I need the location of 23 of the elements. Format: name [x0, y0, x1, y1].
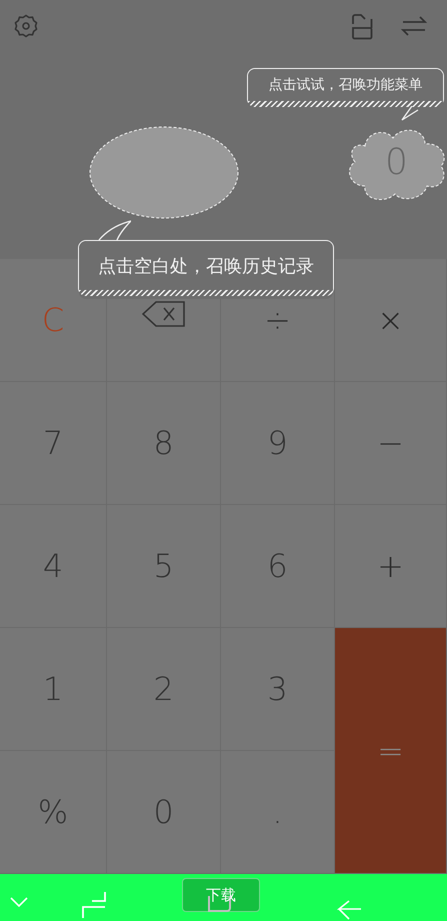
digit-key[interactable]: 9: [221, 382, 335, 505]
digit-key[interactable]: 5: [107, 505, 221, 628]
digit-key[interactable]: 3: [221, 628, 335, 751]
digit-key[interactable]: %: [0, 751, 107, 874]
operator-key[interactable]: +: [335, 505, 447, 628]
operator-key[interactable]: −: [335, 382, 447, 505]
digit-key[interactable]: 0: [107, 751, 221, 874]
download-button[interactable]: 下载: [182, 878, 260, 912]
equals-key[interactable]: =: [335, 628, 447, 874]
digit-key[interactable]: 4: [0, 505, 107, 628]
chevron-down-icon[interactable]: [10, 897, 28, 907]
history-area[interactable]: [89, 126, 239, 219]
digit-key[interactable]: .: [221, 751, 335, 874]
operator-key[interactable]: ×: [335, 259, 447, 382]
digit-key[interactable]: 2: [107, 628, 221, 751]
digit-key[interactable]: 6: [221, 505, 335, 628]
digit-key[interactable]: 1: [0, 628, 107, 751]
double-line-icon[interactable]: [82, 892, 106, 918]
digit-key[interactable]: 7: [0, 382, 107, 505]
back-arrow-icon[interactable]: [337, 900, 361, 920]
digit-key[interactable]: 8: [107, 382, 221, 505]
backspace-icon: [142, 301, 186, 327]
hint-text: 点击试试，召唤功能菜单: [268, 76, 422, 94]
